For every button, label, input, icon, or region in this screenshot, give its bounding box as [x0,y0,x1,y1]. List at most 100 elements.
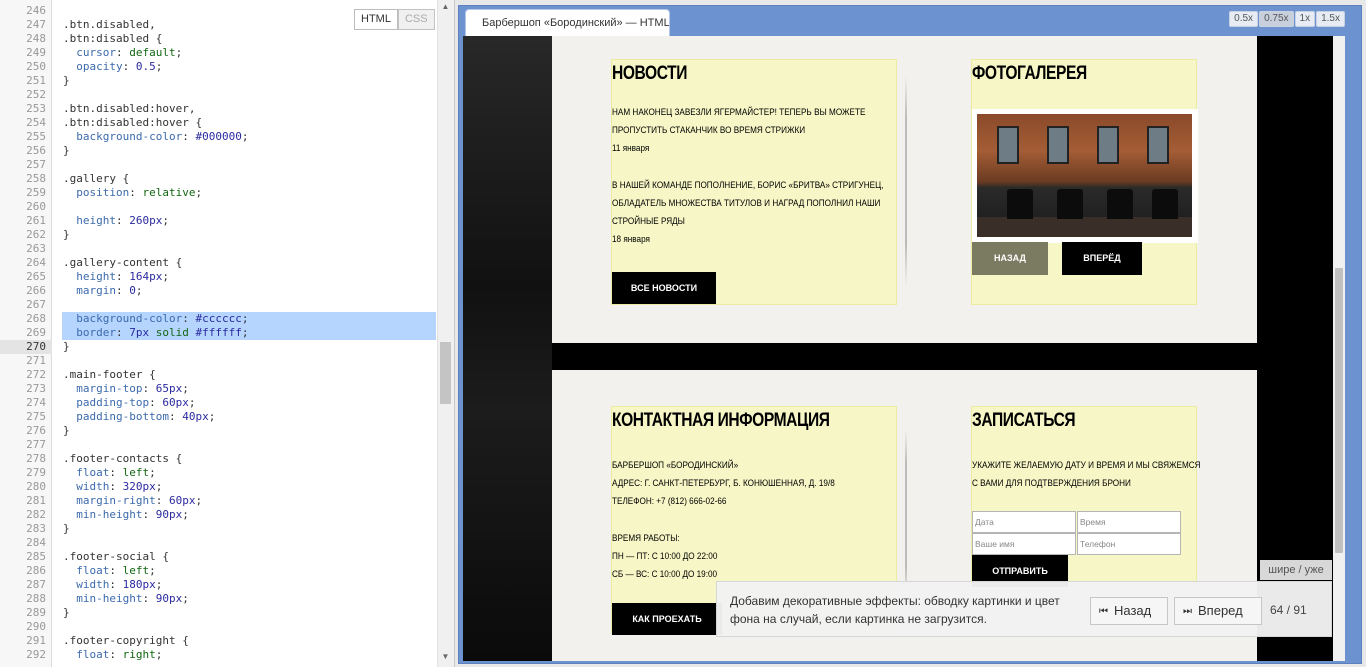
contacts-phone: ТЕЛЕФОН: +7 (812) 666-02-66 [612,496,727,507]
scroll-down-arrow-icon[interactable]: ▼ [437,650,454,664]
line-number: 258 [26,172,46,185]
line-number-gutter: 246 247 248 249 250 251 252 253 254 255 256 257 258 2… [0,0,52,667]
news-item-1-line-2: ПРОПУСТИТЬ СТАКАНЧИК ВО ВРЕМЯ СТРИЖКИ [612,125,806,136]
tutorial-back-label: Назад [1114,603,1152,618]
code-line: width: 180px; [76,578,163,591]
code-line: .btn:disabled { [63,32,163,45]
hours-weekend: СБ — ВС: С 10:00 ДО 19:00 [612,569,718,580]
tutorial-next-button[interactable]: ⏭ Вперед [1174,597,1262,625]
photo-chair [1152,189,1178,219]
code-line: .btn:disabled:hover { [63,116,203,129]
line-number: 263 [26,242,46,255]
editor-scroll-thumb[interactable] [440,342,451,404]
photo-chair [1057,189,1083,219]
photo-window [997,126,1019,164]
barbershop-photo [977,114,1192,237]
line-number: 274 [26,396,46,409]
line-number: 292 [26,648,46,661]
code-line: } [63,522,70,535]
gallery-next-button[interactable]: ВПЕРЁД [1062,242,1142,275]
news-item-2-date: 18 января [612,234,650,245]
code-line: .footer-copyright { [63,634,189,647]
tutorial-back-button[interactable]: ⏮ Назад [1090,597,1168,625]
line-number: 286 [26,564,46,577]
news-item-2-line-2: ОБЛАДАТЕЛЬ МНОЖЕСТВА ТИТУЛОВ И НАГРАД ПО… [612,198,881,209]
scroll-up-arrow-icon[interactable]: ▲ [437,0,454,14]
code-line: min-height: 90px; [76,592,189,605]
line-number: 268 [26,312,46,325]
code-line: float: left; [76,564,156,577]
line-number: 278 [26,452,46,465]
code-line: .footer-social { [63,550,169,563]
date-input[interactable]: Дата [972,511,1076,533]
code-line: opacity: 0.5; [76,60,163,73]
preview-panel: Барбершоп «Бородинский» — HTML 0.5x 0.75x… [458,5,1362,664]
code-editor[interactable]: 246 247 248 249 250 251 252 253 254 255 256 257 258 2… [0,0,455,667]
news-item-2-line-1: В НАШЕЙ КОМАНДЕ ПОПОЛНЕНИЕ, БОРИС «БРИТВ… [612,180,884,191]
code-line: height: 260px; [76,214,169,227]
step-counter: 64 / 91 [1270,603,1307,617]
line-number: 259 [26,186,46,199]
line-number: 250 [26,60,46,73]
line-number: 276 [26,424,46,437]
gallery-back-button[interactable]: НАЗАД [972,242,1048,275]
preview-tab[interactable]: Барбершоп «Бородинский» — HTML [465,9,670,37]
phone-input[interactable]: Телефон [1077,533,1181,555]
line-number: 273 [26,382,46,395]
line-number: 290 [26,620,46,633]
code-line: .btn.disabled:hover, [63,102,196,115]
code-line: margin-right: 60px; [76,494,203,507]
contacts-line-1: БАРБЕРШОП «БОРОДИНСКИЙ» [612,460,739,471]
tutorial-popup: Добавим декоративные эффекты: обводку ка… [716,581,1332,637]
preview-scroll-thumb[interactable] [1335,268,1343,553]
preview-viewport[interactable]: НОВОСТИ НАМ НАКОНЕЦ ЗАВЕЗЛИ ЯГЕРМАЙСТЕР!… [463,36,1345,661]
line-number: 272 [26,368,46,381]
time-input[interactable]: Время [1077,511,1181,533]
line-number: 269 [26,326,46,339]
line-number: 260 [26,200,46,213]
line-number: 265 [26,270,46,283]
line-number: 280 [26,480,46,493]
contacts-address: АДРЕС: Г. САНКТ-ПЕТЕРБУРГ, Б. КОНЮШЕННАЯ… [612,478,835,489]
width-toggle-button[interactable]: шире / уже [1260,560,1332,580]
route-button[interactable]: КАК ПРОЕХАТЬ [612,603,722,635]
mode-switch: HTML CSS [354,9,435,30]
zoom-button[interactable]: 0.5x [1229,11,1259,27]
news-item-2-line-3: СТРОЙНЫЕ РЯДЫ [612,216,685,227]
line-number: 285 [26,550,46,563]
line-number: 255 [26,130,46,143]
name-input[interactable]: Ваше имя [972,533,1076,555]
signup-block: ЗАПИСАТЬСЯ УКАЖИТЕ ЖЕЛАЕМУЮ ДАТУ И ВРЕМЯ… [971,406,1201,587]
line-number: 261 [26,214,46,227]
news-heading: НОВОСТИ [612,63,688,84]
code-line: cursor: default; [76,46,183,59]
photo-floor [977,217,1192,237]
editor-scrollbar[interactable] [437,0,454,667]
photo-window [1047,126,1069,164]
line-number: 271 [26,354,46,367]
line-number: 282 [26,508,46,521]
zoom-button[interactable]: 0.75x [1259,11,1294,27]
line-number: 291 [26,634,46,647]
css-mode-button[interactable]: CSS [397,9,435,30]
zoom-button[interactable]: 1.5x [1316,11,1345,27]
code-line: background-color: #cccccc; [76,312,249,325]
photo-window [1147,126,1169,164]
html-mode-button[interactable]: HTML [354,9,398,30]
photo-chair [1007,189,1033,219]
signup-line-1: УКАЖИТЕ ЖЕЛАЕМУЮ ДАТУ И ВРЕМЯ И МЫ СВЯЖЕ… [972,460,1201,471]
all-news-button[interactable]: ВСЕ НОВОСТИ [612,272,716,304]
background-photo [463,36,552,661]
zoom-button[interactable]: 1x [1294,11,1316,27]
code-line: } [63,606,70,619]
code-line: .gallery-content { [63,256,183,269]
line-number: 262 [26,228,46,241]
content-section-top: НОВОСТИ НАМ НАКОНЕЦ ЗАВЕЗЛИ ЯГЕРМАЙСТЕР!… [552,36,1257,343]
line-number: 267 [26,298,46,311]
gallery-block: ФОТОГАЛЕРЕЯ НАЗАД ВПЕРЁД [971,59,1198,305]
line-number: 289 [26,606,46,619]
line-number: 266 [26,284,46,297]
news-item-1-line-1: НАМ НАКОНЕЦ ЗАВЕЗЛИ ЯГЕРМАЙСТЕР! ТЕПЕРЬ … [612,107,866,118]
line-number: 288 [26,592,46,605]
photo-chair [1107,189,1133,219]
